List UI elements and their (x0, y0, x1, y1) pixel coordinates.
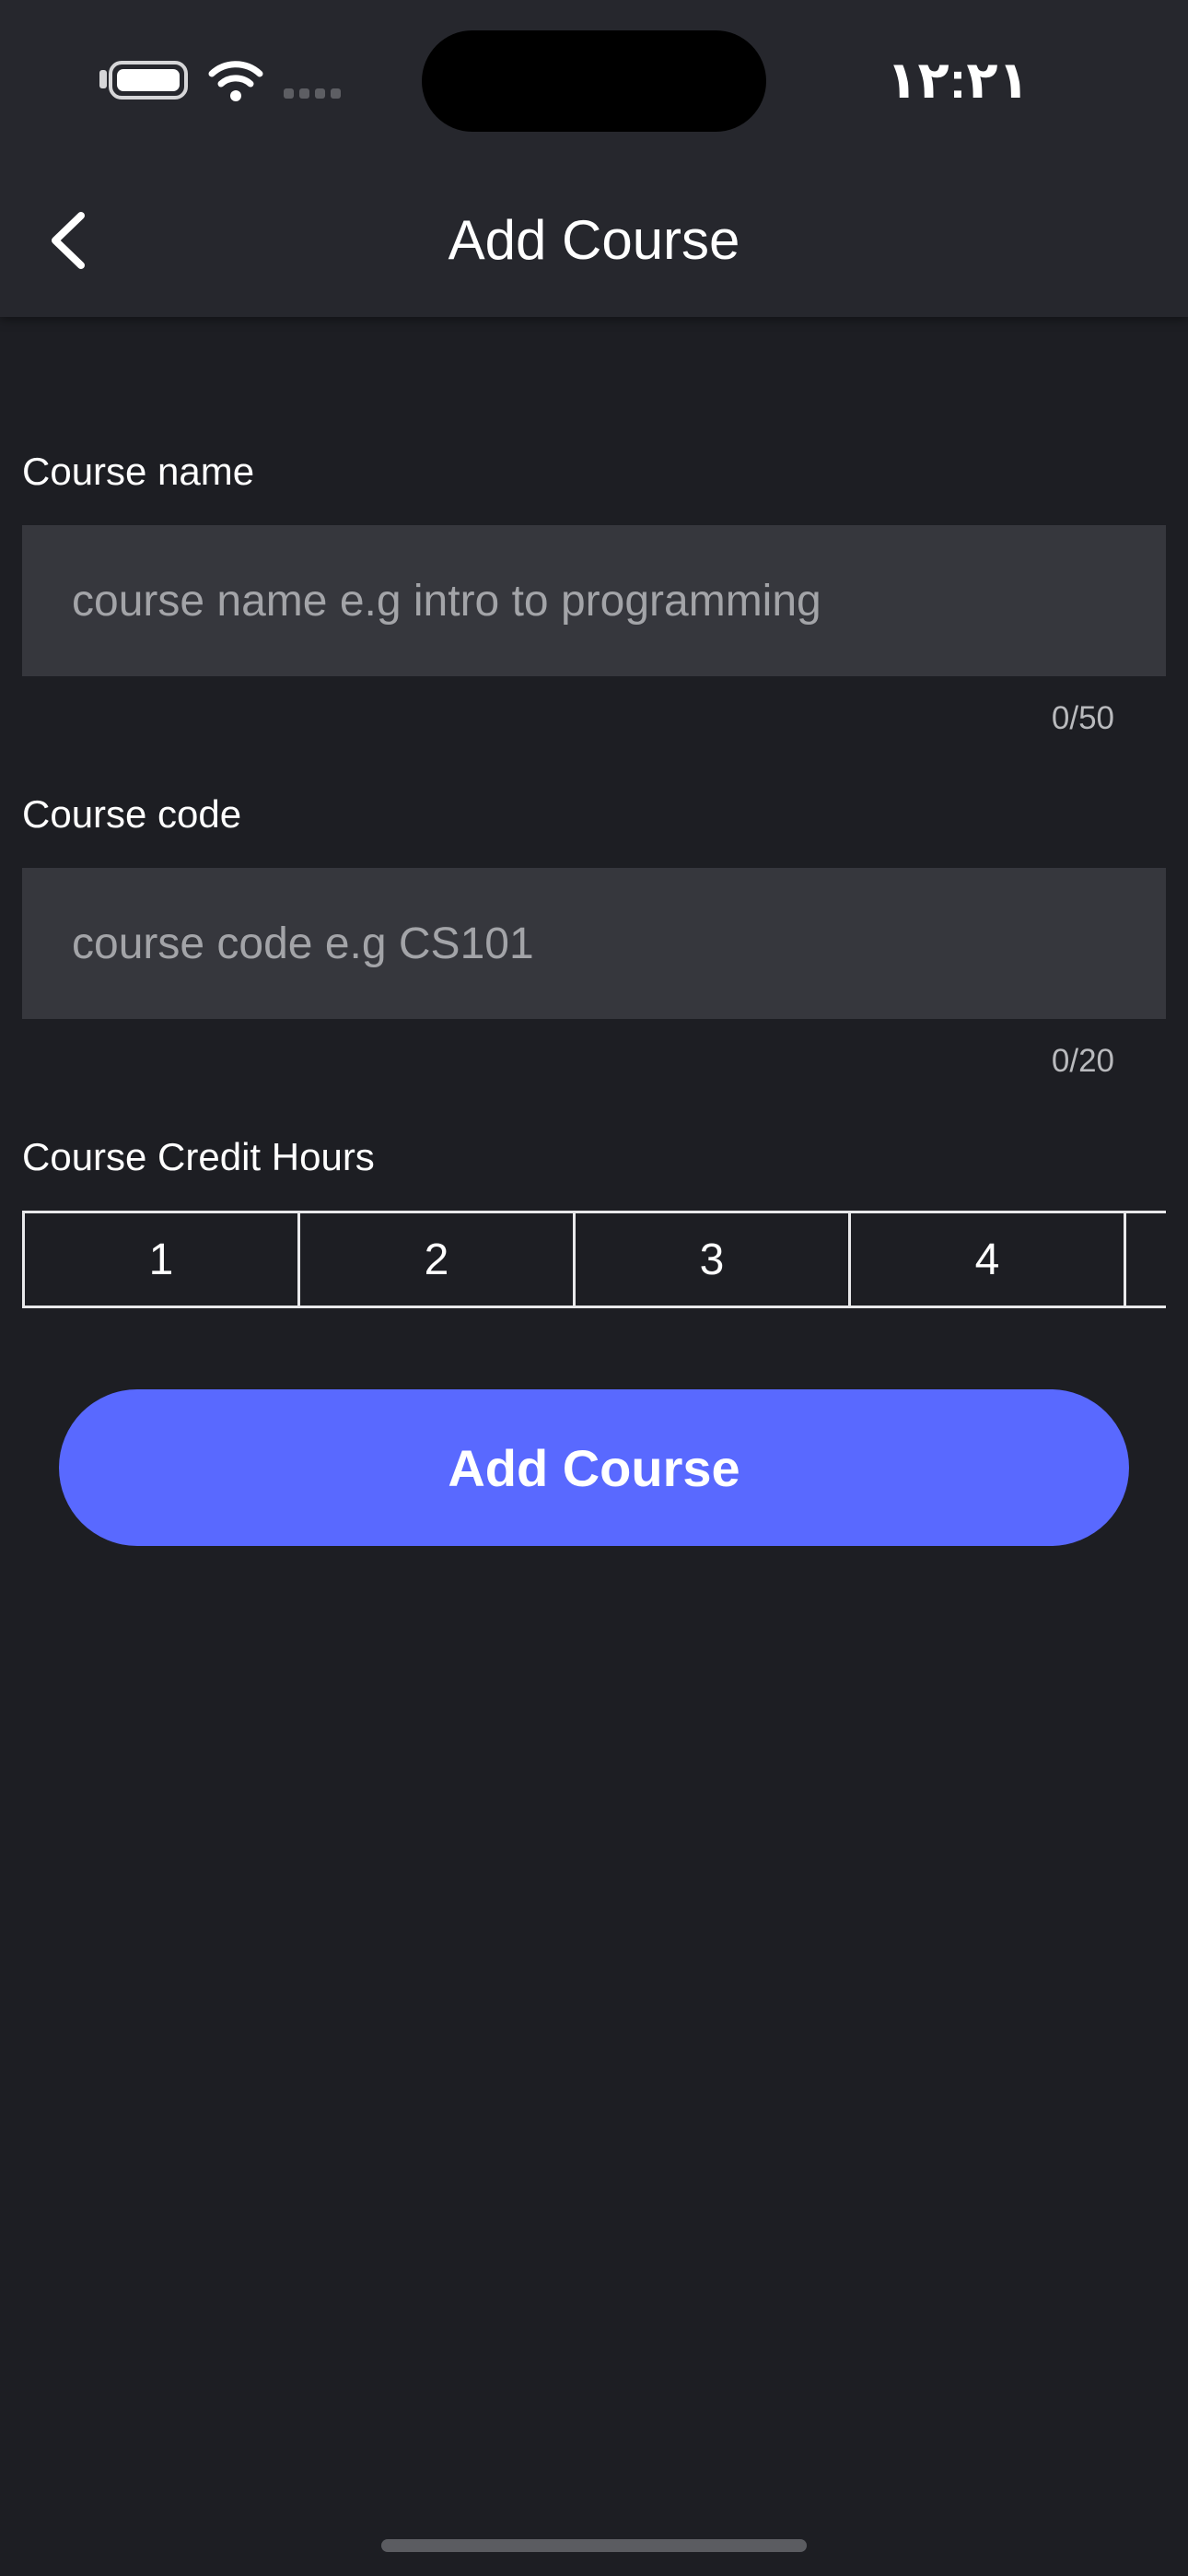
add-course-screen: ۱۲:۲۱ Add Course Course name 0/50 Course… (0, 0, 1188, 2576)
header: ۱۲:۲۱ Add Course (0, 0, 1188, 317)
course-name-label: Course name (22, 450, 255, 493)
course-code-label: Course code (22, 792, 242, 836)
credit-hours-label: Course Credit Hours (22, 1135, 375, 1178)
course-code-input[interactable] (22, 868, 1166, 1019)
credit-hours-selector: 1 2 3 4 (22, 1211, 1166, 1308)
battery-level (117, 69, 180, 91)
course-name-counter: 0/50 (1051, 700, 1114, 736)
add-course-button[interactable]: Add Course (59, 1389, 1129, 1546)
status-bar: ۱۲:۲۱ (0, 0, 1188, 157)
course-name-input[interactable] (22, 525, 1166, 676)
status-time: ۱۲:۲۱ (886, 51, 1030, 109)
credit-hours-option-3[interactable]: 3 (573, 1211, 851, 1308)
credit-hours-option-1[interactable]: 1 (22, 1211, 300, 1308)
nav-bar: Add Course (0, 175, 1188, 304)
battery-cap (99, 70, 107, 88)
page-title: Add Course (448, 209, 740, 271)
dynamic-island (422, 30, 766, 132)
battery-icon (109, 61, 188, 100)
cellular-signal-icon (284, 87, 348, 99)
wifi-icon (206, 57, 265, 103)
credit-hours-option-4[interactable]: 4 (848, 1211, 1126, 1308)
credit-hours-option-2[interactable]: 2 (297, 1211, 576, 1308)
credit-hours-option-5[interactable] (1124, 1211, 1166, 1308)
home-indicator[interactable] (381, 2539, 807, 2552)
course-code-counter: 0/20 (1051, 1043, 1114, 1079)
